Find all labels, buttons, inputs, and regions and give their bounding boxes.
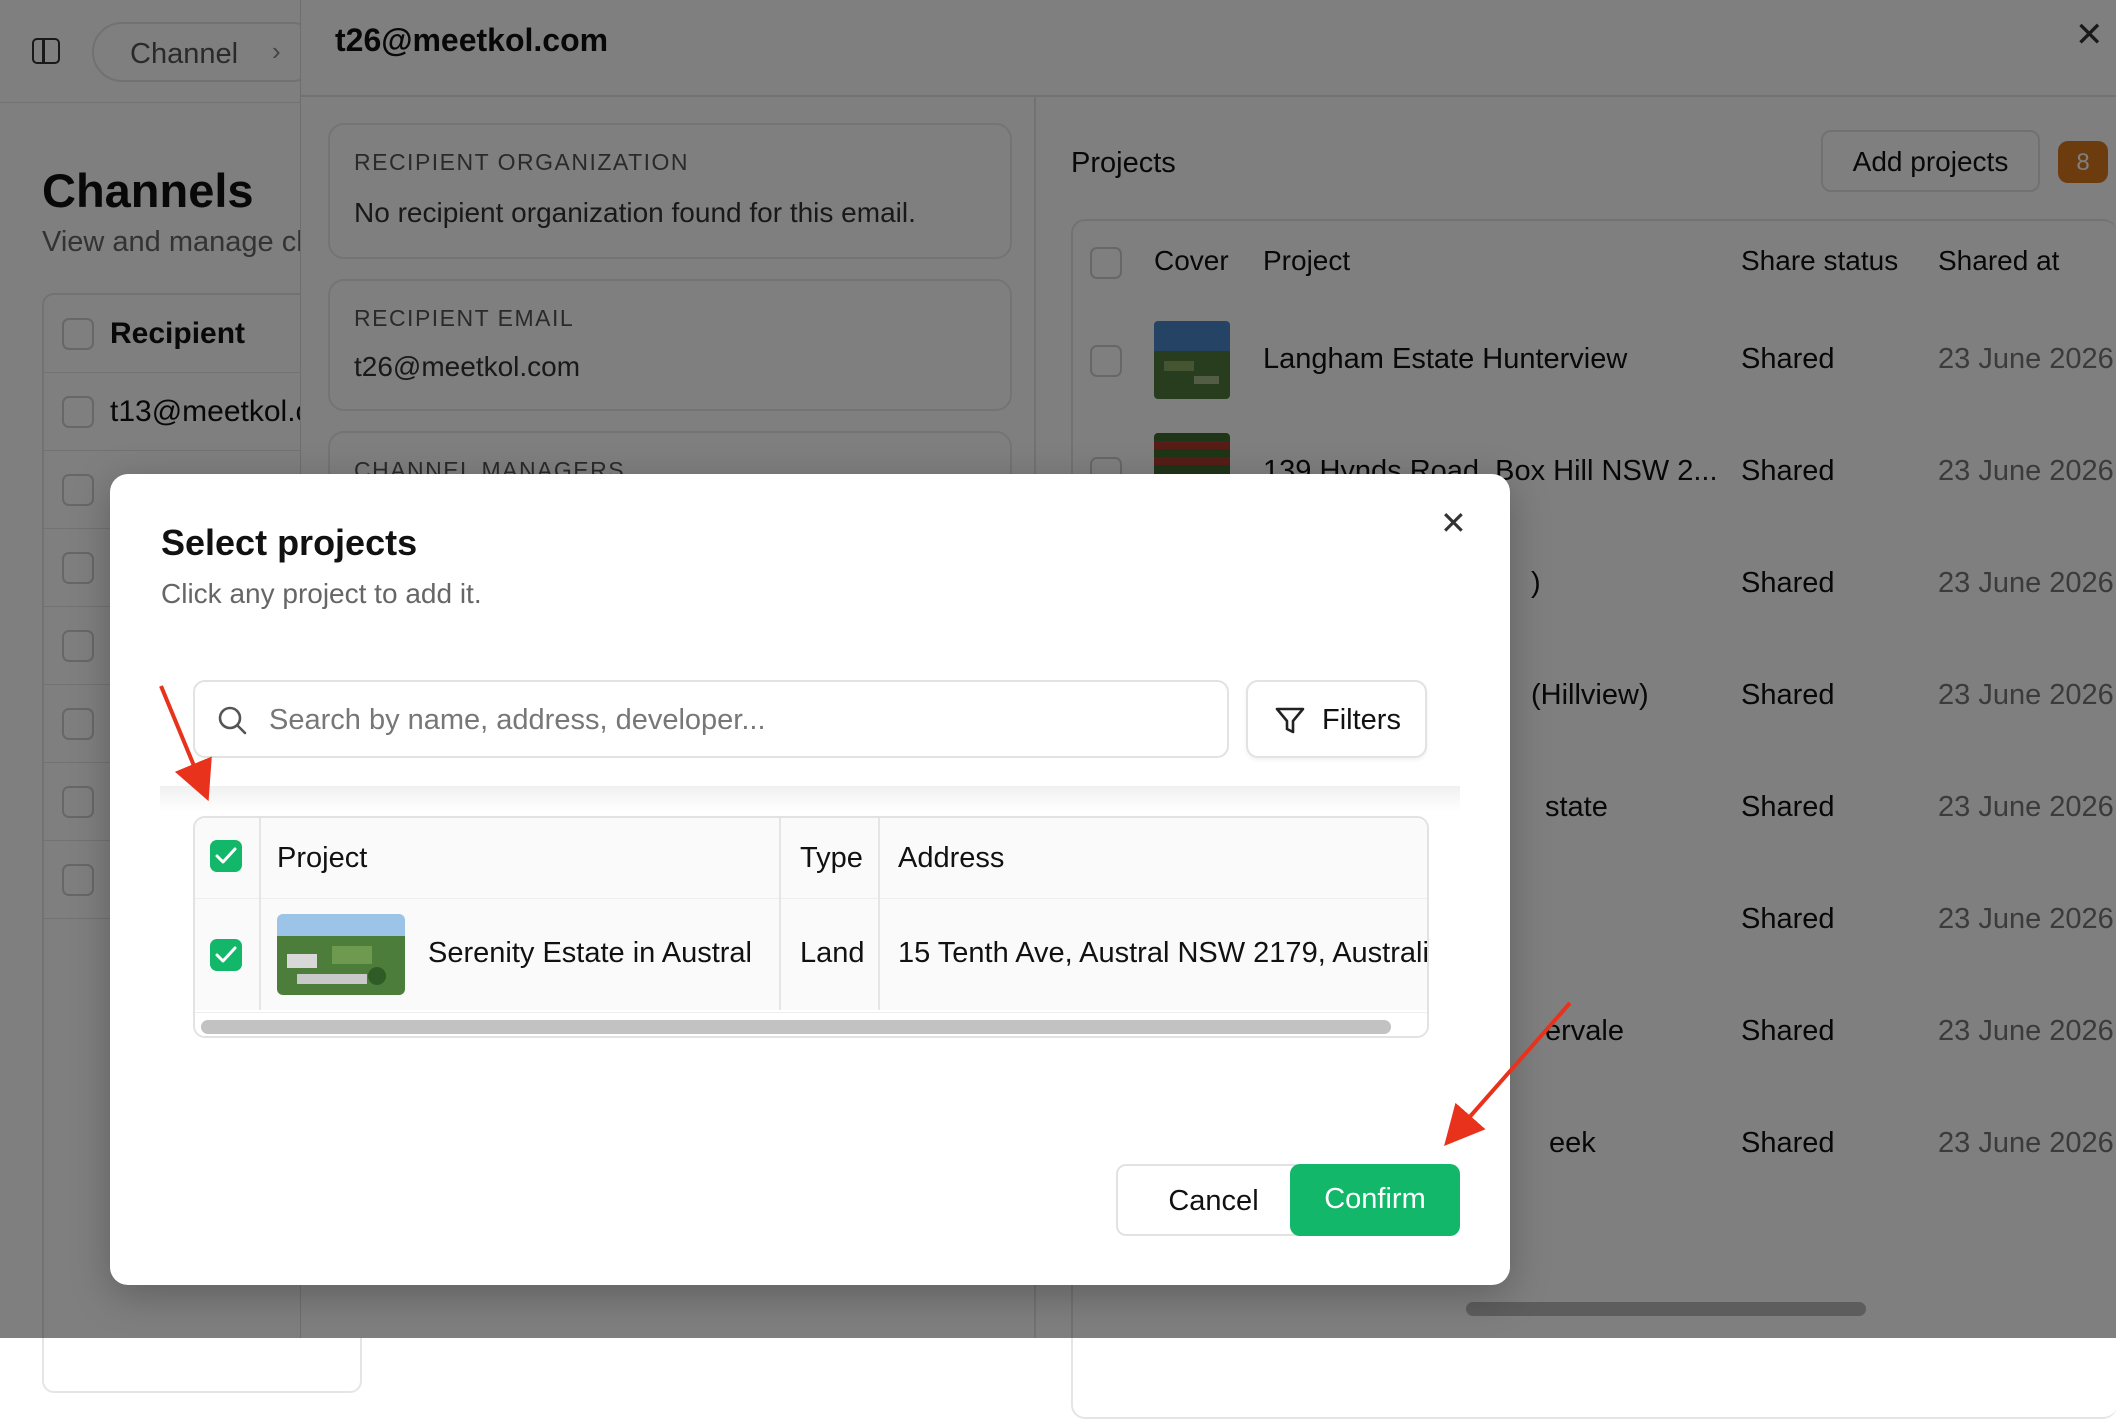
column-divider	[779, 818, 781, 1010]
table-header: Project Type Address	[195, 818, 1427, 898]
column-type: Type	[800, 842, 863, 874]
column-address: Address	[898, 842, 1005, 874]
check-icon	[215, 847, 237, 864]
search-box[interactable]	[193, 680, 1229, 758]
projects-select-table: Project Type Address Serenity Estate in …	[193, 816, 1429, 1038]
filters-label: Filters	[1322, 704, 1401, 736]
scrollbar-thumb[interactable]	[201, 1020, 1391, 1034]
table-row[interactable]: Serenity Estate in Austral Land 15 Tenth…	[195, 898, 1427, 1010]
column-divider	[878, 818, 880, 1010]
cancel-button[interactable]: Cancel	[1116, 1164, 1311, 1236]
column-project: Project	[277, 842, 368, 874]
search-icon	[218, 706, 247, 735]
select-projects-modal: ✕ Select projects Click any project to a…	[110, 474, 1510, 1285]
modal-subtitle: Click any project to add it.	[161, 578, 482, 609]
select-all-checkbox[interactable]	[210, 840, 242, 872]
row-checkbox[interactable]	[210, 939, 242, 971]
filters-button[interactable]: Filters	[1246, 680, 1427, 758]
column-divider	[259, 818, 261, 1010]
project-name: Serenity Estate in Austral	[428, 937, 752, 969]
confirm-button[interactable]: Confirm	[1290, 1164, 1460, 1236]
modal-title: Select projects	[161, 522, 418, 563]
close-icon[interactable]: ✕	[1440, 504, 1467, 542]
check-icon	[215, 946, 237, 963]
project-type: Land	[800, 937, 865, 969]
project-thumbnail	[277, 914, 405, 995]
search-input[interactable]	[267, 696, 1207, 744]
project-address: 15 Tenth Ave, Austral NSW 2179, Australi…	[898, 937, 1428, 969]
filter-icon	[1275, 707, 1305, 734]
scroll-shadow	[160, 786, 1460, 812]
horizontal-scrollbar[interactable]	[195, 1012, 1427, 1036]
